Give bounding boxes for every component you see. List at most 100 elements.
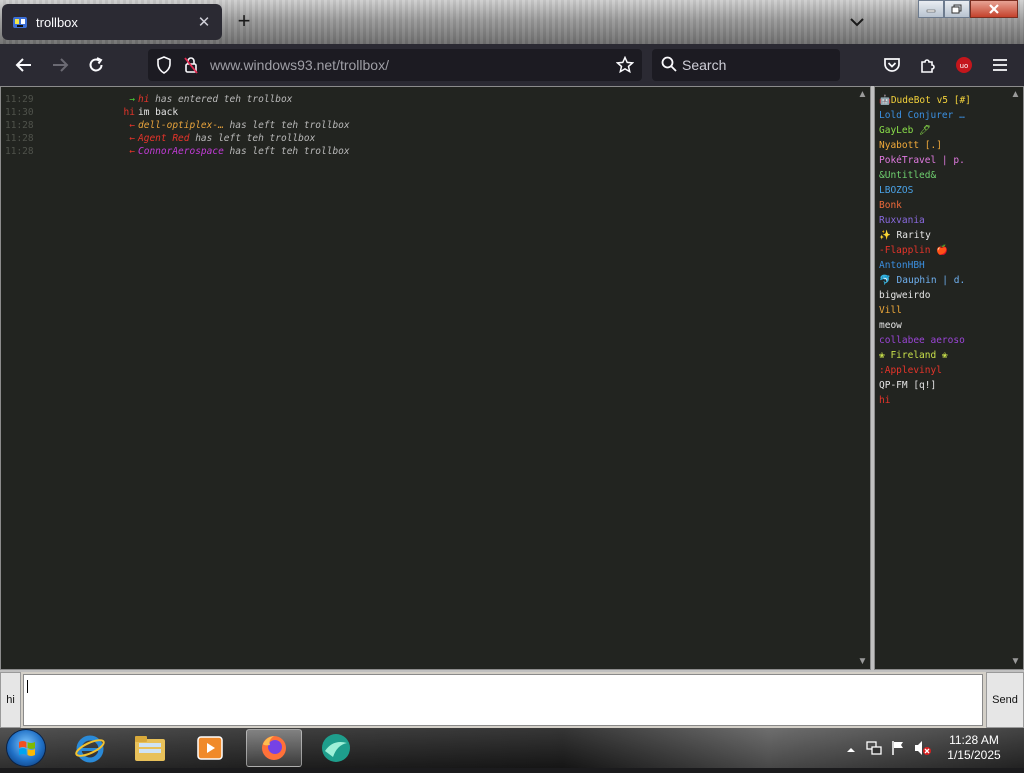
message-text: im back [138,107,179,118]
clock-date: 1/15/2025 [947,748,1001,762]
user-list: 🤖DudeBot v5 [#] Lold Conjurer … GayLeb 🖊 Ny… [879,93,1009,408]
user-list-item[interactable]: LBOZOS [879,183,1009,198]
window-controls [918,0,1018,18]
show-hidden-icons-arrow-icon[interactable] [846,742,862,758]
address-bar[interactable]: www.windows93.net/trollbox/ [148,49,642,81]
action-center-flag-icon[interactable] [890,740,906,756]
scroll-down-arrow-icon[interactable]: ▼ [1010,656,1021,667]
message-timestamp: 11:28 [5,133,34,144]
user-list-item[interactable]: GayLeb 🖊 [879,123,1009,138]
user-list-item[interactable]: QP-FM [q!] [879,378,1009,393]
message-prefix: → [129,94,135,105]
message-nick[interactable]: hi [138,94,149,105]
pocket-icon[interactable] [880,53,904,77]
chat-message: 11:28 ← dell-optiplex-… has left teh troll… [5,119,845,132]
message-prefix: ← [129,133,135,144]
user-list-item[interactable]: bigweirdo [879,288,1009,303]
message-timestamp: 11:28 [5,120,34,131]
tab-strip: trollbox ✕ + [0,0,1024,44]
file-explorer-icon[interactable] [122,729,178,767]
message-text: has left teh trollbox [223,146,350,157]
back-arrow-icon[interactable] [12,53,36,77]
url-path: /trollbox/ [336,57,389,73]
tab-trollbox[interactable]: trollbox ✕ [2,4,222,40]
scroll-down-arrow-icon[interactable]: ▼ [857,656,868,667]
chat-message: 11:28 ← ConnorAerospace has left teh troll… [5,145,845,158]
url-domain: www.windows93.net [210,57,337,73]
scroll-up-arrow-icon[interactable]: ▲ [857,89,868,100]
hamburger-menu-icon[interactable] [988,53,1012,77]
scroll-up-arrow-icon[interactable]: ▲ [1010,89,1021,100]
user-list-item[interactable]: Lold Conjurer … [879,108,1009,123]
list-all-tabs-icon[interactable] [846,12,868,32]
chat-message: 11:28 ← Agent Red has left teh trollbox [5,132,845,145]
ublock-origin-icon[interactable]: uo [952,53,976,77]
users-scrollbar[interactable]: ▲ ▼ [1008,87,1023,669]
user-list-item[interactable]: collabee aeroso [879,333,1009,348]
user-list-item[interactable]: &Untitled& [879,168,1009,183]
chat-scrollbar[interactable]: ▲ ▼ [855,87,870,669]
browser-app-icon[interactable] [308,729,364,767]
windows93-favicon-icon [12,14,28,30]
text-caret [27,680,28,693]
taskbar-clock[interactable]: 11:28 AM 1/15/2025 [938,733,1010,763]
user-list-item[interactable]: 🤖DudeBot v5 [#] [879,93,1009,108]
user-list-item[interactable]: PokéTravel | p. [879,153,1009,168]
user-list-item[interactable]: meow [879,318,1009,333]
network-icon[interactable] [866,740,882,756]
insecure-lock-icon[interactable] [184,56,198,79]
clock-time: 11:28 AM [949,733,999,747]
online-users-pane[interactable]: 🤖DudeBot v5 [#] Lold Conjurer … GayLeb 🖊 Ny… [874,86,1024,670]
bookmark-star-icon[interactable] [615,55,635,79]
message-prefix: ← [129,146,135,157]
windows-logo-icon [19,741,35,756]
minimize-icon[interactable] [918,0,944,18]
firefox-icon[interactable] [246,729,302,767]
nickname-button[interactable]: hi [0,672,21,728]
message-nick[interactable]: Agent Red [138,133,189,144]
message-nick[interactable]: dell-optiplex-… [138,120,224,131]
message-prefix: hi [123,107,135,118]
user-list-item[interactable]: :Applevinyl [879,363,1009,378]
ublock-badge-text: uo [960,62,969,70]
start-button[interactable] [6,729,46,767]
message-prefix: ← [129,120,135,131]
message-timestamp: 11:29 [5,94,34,105]
send-button[interactable]: Send [986,672,1024,728]
message-nick[interactable]: ConnorAerospace [138,146,224,157]
close-window-icon[interactable] [970,0,1018,18]
user-list-item[interactable]: Nyabott [.] [879,138,1009,153]
tab-close-icon[interactable]: ✕ [196,13,212,31]
search-placeholder: Search [682,57,727,73]
message-list: 11:29 → hi has entered teh trollbox 11:30 hi… [5,93,845,158]
internet-explorer-icon[interactable] [62,729,118,767]
restore-icon[interactable] [944,0,970,18]
user-list-item[interactable]: 🐬 Dauphin | d. [879,273,1009,288]
reload-icon[interactable] [84,53,108,77]
user-list-item[interactable]: AntonHBH [879,258,1009,273]
chat-message: 11:30 hi im back [5,106,845,119]
chat-messages-pane[interactable]: 11:29 → hi has entered teh trollbox 11:30 hi… [0,86,871,670]
user-list-item[interactable]: -Flapplin 🍎 [879,243,1009,258]
extensions-puzzle-icon[interactable] [916,53,940,77]
search-box[interactable]: Search [652,49,840,81]
message-text: has left teh trollbox [189,133,316,144]
tracking-protection-shield-icon[interactable] [156,56,172,79]
user-list-item[interactable]: Bonk [879,198,1009,213]
user-list-item[interactable]: ❀ Fireland ❀ [879,348,1009,363]
message-body: Agent Red has left teh trollbox [138,132,315,145]
message-timestamp: 11:28 [5,146,34,157]
media-player-icon[interactable] [182,729,238,767]
user-list-item[interactable]: Vill [879,303,1009,318]
message-input[interactable] [23,674,983,726]
user-list-item[interactable]: hi [879,393,1009,408]
user-list-item[interactable]: ✨ Rarity [879,228,1009,243]
tab-title: trollbox [36,14,78,30]
user-list-item[interactable]: Ruxvania [879,213,1009,228]
message-body: hi has entered teh trollbox [138,93,292,106]
volume-muted-icon[interactable] [914,740,931,756]
message-text: has left teh trollbox [223,120,350,131]
new-tab-icon[interactable]: + [232,10,256,34]
forward-arrow-icon[interactable] [48,53,72,77]
message-body: ConnorAerospace has left teh trollbox [138,145,350,158]
